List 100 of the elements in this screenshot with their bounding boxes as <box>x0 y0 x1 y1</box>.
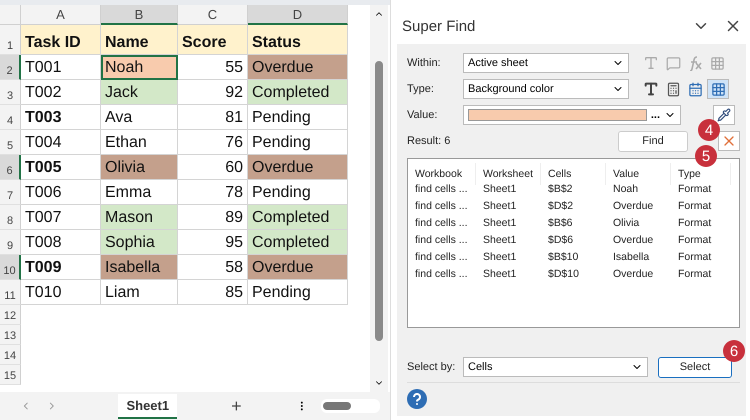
table-cell: Score <box>178 25 248 55</box>
more-options: ... <box>650 109 660 121</box>
help-icon[interactable] <box>407 389 427 409</box>
row-header[interactable]: 9 <box>0 230 21 255</box>
list-cell[interactable]: Sheet1 <box>476 182 541 194</box>
field-label: Value: <box>407 109 438 121</box>
result-count: Result: 6 <box>407 135 452 147</box>
row-header[interactable]: 10 <box>0 255 21 280</box>
table-cell: T006 <box>21 180 101 205</box>
horizontal-scrollbar[interactable] <box>321 399 380 413</box>
table-cell: Name <box>101 25 178 55</box>
table-cell: 85 <box>178 280 248 305</box>
select-by-dropdown[interactable]: Cells <box>463 357 648 377</box>
table-cell: Pending <box>248 105 348 130</box>
list-cell[interactable]: Noah <box>606 182 671 194</box>
list-cell[interactable]: $D$10 <box>541 268 606 280</box>
column-header[interactable]: D <box>248 5 348 25</box>
list-cell[interactable]: find cells ... <box>408 200 476 212</box>
row-header[interactable]: 4 <box>0 105 21 130</box>
list-cell[interactable]: Sheet1 <box>476 216 541 228</box>
row-header[interactable]: 14 <box>0 345 21 365</box>
list-cell[interactable]: $B$6 <box>541 216 606 228</box>
table-cell: Pending <box>248 130 348 155</box>
table-cell: T003 <box>21 105 101 130</box>
list-cell[interactable]: Sheet1 <box>476 250 541 262</box>
list-cell[interactable]: Overdue <box>606 234 671 246</box>
table-cell: 95 <box>178 230 248 255</box>
table-cell: Status <box>248 25 348 55</box>
table-cell: Ethan <box>101 130 178 155</box>
vertical-scrollbar[interactable] <box>370 5 388 392</box>
sheet-tab[interactable]: Sheet1 <box>118 394 178 418</box>
list-cell[interactable]: $B$10 <box>541 250 606 262</box>
row-header[interactable]: 2 <box>0 55 21 80</box>
list-cell[interactable]: $B$2 <box>541 182 606 194</box>
table-icon[interactable] <box>707 79 729 99</box>
row-header[interactable]: 15 <box>0 365 21 385</box>
list-cell[interactable]: find cells ... <box>408 250 476 262</box>
list-cell[interactable]: Format <box>671 182 731 194</box>
color-value-field[interactable]: ... <box>463 105 681 125</box>
table-cell: Olivia <box>101 155 178 180</box>
table-cell: Overdue <box>248 55 348 80</box>
table-cell: 92 <box>178 80 248 105</box>
column-header[interactable]: C <box>178 5 248 25</box>
column-header[interactable]: Workbook <box>408 163 476 185</box>
list-cell[interactable]: Format <box>671 200 731 212</box>
list-cell[interactable]: Format <box>671 234 731 246</box>
column-header[interactable]: Value <box>606 163 671 185</box>
list-cell[interactable]: Format <box>671 268 731 280</box>
column-header[interactable]: B <box>101 5 178 25</box>
select-button[interactable]: Select <box>658 356 732 378</box>
list-cell[interactable]: $D$6 <box>541 234 606 246</box>
column-header[interactable]: Worksheet <box>476 163 541 185</box>
panel-title: Super Find <box>402 18 476 34</box>
list-cell[interactable]: find cells ... <box>408 234 476 246</box>
table-cell: Sophia <box>101 230 178 255</box>
list-cell[interactable]: Isabella <box>606 250 671 262</box>
list-cell[interactable]: Sheet1 <box>476 200 541 212</box>
list-cell[interactable]: $D$2 <box>541 200 606 212</box>
list-cell[interactable]: Format <box>671 216 731 228</box>
list-cell[interactable]: Sheet1 <box>476 234 541 246</box>
column-header[interactable]: Cells <box>541 163 606 185</box>
table-cell: Completed <box>248 230 348 255</box>
row-header[interactable]: 8 <box>0 205 21 230</box>
within-dropdown[interactable]: Active sheet <box>463 53 629 73</box>
clear-icon[interactable] <box>718 131 740 151</box>
row-header[interactable]: 7 <box>0 180 21 205</box>
list-cell[interactable]: Format <box>671 250 731 262</box>
table-cell: Overdue <box>248 255 348 280</box>
field-label: Type: <box>407 83 435 95</box>
list-cell[interactable]: find cells ... <box>408 268 476 280</box>
list-cell[interactable]: Overdue <box>606 268 671 280</box>
add-sheet-button[interactable]: + <box>231 396 242 416</box>
table-cell: Emma <box>101 180 178 205</box>
type-dropdown[interactable]: Background color <box>463 79 629 99</box>
table-cell: Mason <box>101 205 178 230</box>
table-cell: 60 <box>178 155 248 180</box>
list-cell[interactable]: find cells ... <box>408 216 476 228</box>
row-header[interactable]: 12 <box>0 305 21 325</box>
list-cell[interactable]: Sheet1 <box>476 268 541 280</box>
row-header[interactable]: 13 <box>0 325 21 345</box>
list-cell[interactable]: Overdue <box>606 200 671 212</box>
column-header[interactable]: A <box>21 5 101 25</box>
eyedropper-icon[interactable] <box>713 105 735 125</box>
table-cell: Noah <box>101 55 178 80</box>
table-cell: Isabella <box>101 255 178 280</box>
list-cell[interactable]: Olivia <box>606 216 671 228</box>
list-cell[interactable]: find cells ... <box>408 182 476 194</box>
table-cell: T010 <box>21 280 101 305</box>
step-badge: 5 <box>695 145 717 167</box>
table-cell: 89 <box>178 205 248 230</box>
table-cell: T001 <box>21 55 101 80</box>
table-cell: T008 <box>21 230 101 255</box>
row-header[interactable]: 11 <box>0 280 21 305</box>
row-header[interactable]: 6 <box>0 155 21 180</box>
table-cell: Ava <box>101 105 178 130</box>
row-header[interactable]: 5 <box>0 130 21 155</box>
table-cell: T004 <box>21 130 101 155</box>
row-header[interactable]: 3 <box>0 80 21 105</box>
row-header[interactable]: 1 <box>0 25 21 55</box>
find-button[interactable]: Find <box>618 130 688 152</box>
